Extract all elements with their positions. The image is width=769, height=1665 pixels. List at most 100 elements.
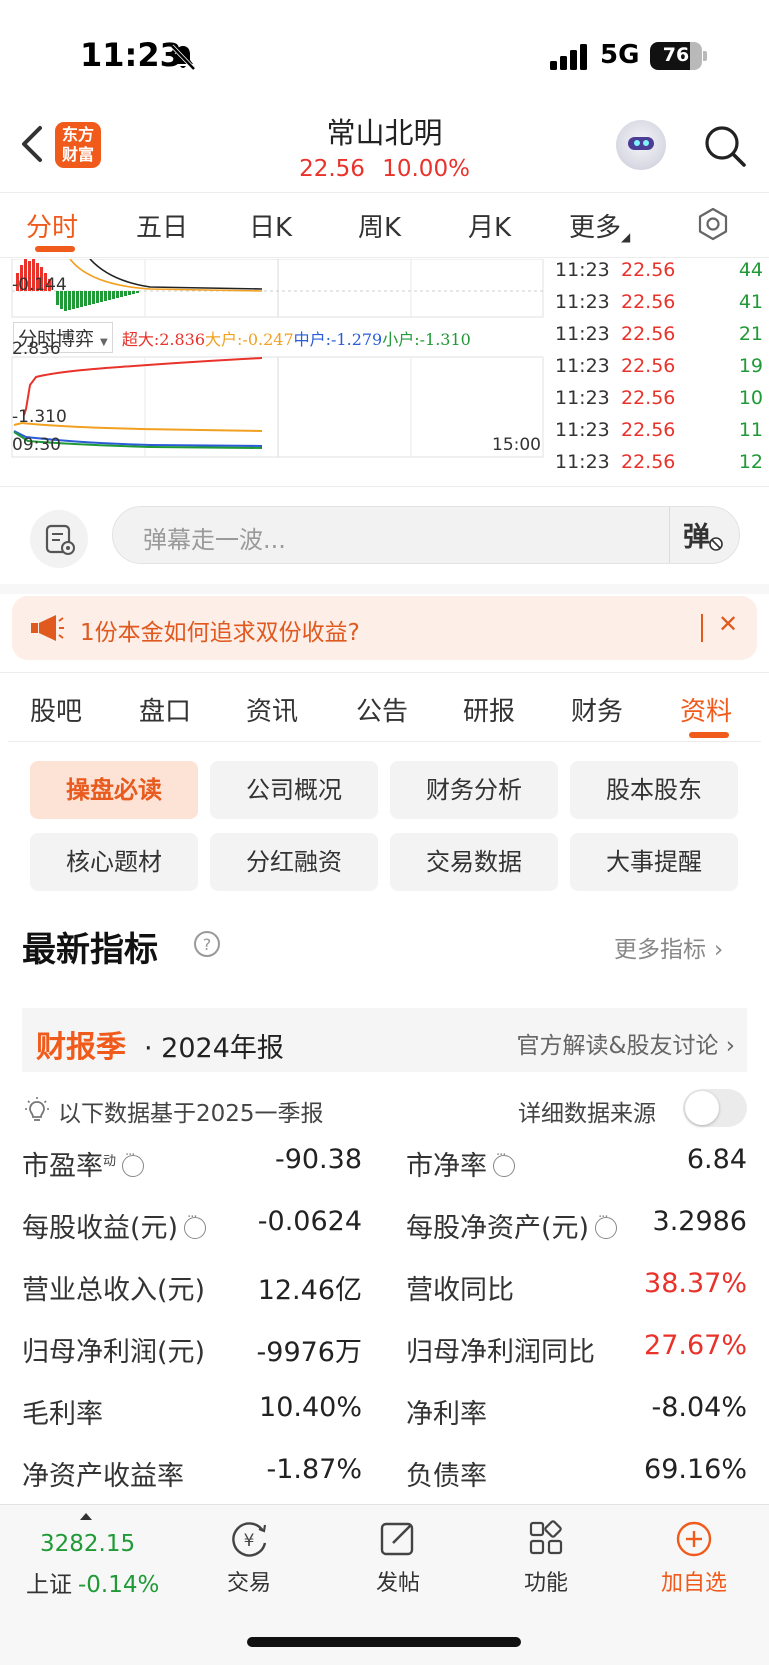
- metric-revenue-yoy-value: 38.37%: [644, 1268, 747, 1299]
- tab-research[interactable]: 研报: [463, 691, 515, 728]
- danmaku-bar: 弹幕走一波... 弹: [0, 488, 769, 584]
- battery-icon: 76: [650, 42, 702, 70]
- chip-trading-data[interactable]: 交易数据: [390, 833, 558, 891]
- report-discussion-link[interactable]: 官方解读&股友讨论 ›: [517, 1026, 735, 1060]
- tab-five-day[interactable]: 五日: [136, 207, 188, 244]
- flow-bar: [68, 291, 71, 310]
- danmaku-placeholder: 弹幕走一波...: [143, 526, 286, 554]
- report-season-banner[interactable]: 财报季 · 2024年报 官方解读&股友讨论 ›: [22, 1008, 747, 1072]
- edit-icon: [380, 1522, 414, 1556]
- tab-pankou[interactable]: 盘口: [139, 691, 191, 728]
- chevron-right-icon: ›: [718, 1033, 735, 1059]
- nav-add-watchlist[interactable]: 加自选: [649, 1519, 739, 1597]
- intraday-chart-area: -0.144 分时博弈 ▼ 超大:2.836大户:-0.247中户:-1.279小…: [0, 259, 769, 487]
- metric-pb-text: 市净率: [406, 1151, 487, 1182]
- tab-daily-k[interactable]: 日K: [249, 207, 292, 244]
- metric-eps-value: -0.0624: [257, 1206, 362, 1237]
- megaphone-icon: [31, 615, 64, 641]
- flow-bar: [108, 291, 111, 300]
- metric-pb-label[interactable]: 市净率: [406, 1144, 515, 1183]
- metric-eps-label[interactable]: 每股收益(元): [22, 1206, 207, 1245]
- metric-pe-label[interactable]: 市盈率动: [22, 1144, 145, 1183]
- metric-revenue-yoy-label: 营收同比: [406, 1275, 514, 1306]
- tab-finance[interactable]: 财务: [571, 691, 623, 728]
- chip-company-overview[interactable]: 公司概况: [210, 761, 378, 819]
- trade-price: 22.56: [621, 259, 676, 281]
- intraday-flow-chart[interactable]: [0, 259, 548, 487]
- expand-up-icon[interactable]: [80, 1513, 92, 1520]
- time-axis-end: 15:00: [492, 435, 541, 455]
- status-bar: 11:23 5G 76: [0, 0, 769, 110]
- trade-volume: 10: [738, 387, 763, 409]
- caret-down-icon: ◢: [621, 230, 631, 244]
- tab-monthly-k[interactable]: 月K: [468, 207, 511, 244]
- metric-roe-label: 净资产收益率: [22, 1461, 184, 1492]
- home-indicator[interactable]: [247, 1637, 521, 1647]
- gear-icon[interactable]: [696, 207, 730, 241]
- svg-text:?: ?: [203, 935, 212, 954]
- tab-intraday-underline: [35, 246, 75, 252]
- tab-weekly-k[interactable]: 周K: [358, 207, 401, 244]
- flow-bar: [124, 291, 127, 296]
- trade-row: 11:23 22.56 44: [553, 259, 763, 289]
- tab-guba[interactable]: 股吧: [30, 691, 82, 728]
- more-indicators-label: 更多指标: [614, 937, 706, 963]
- chip-shareholders[interactable]: 股本股东: [570, 761, 738, 819]
- more-info-icon[interactable]: [122, 1148, 145, 1177]
- chip-dividends-financing[interactable]: 分红融资: [210, 833, 378, 891]
- nav-post[interactable]: 发帖: [353, 1519, 443, 1597]
- metric-debt-ratio-value: 69.16%: [644, 1454, 747, 1485]
- tab-more[interactable]: 更多◢: [569, 207, 630, 244]
- more-info-icon[interactable]: [595, 1210, 618, 1239]
- trade-price: 22.56: [621, 323, 676, 345]
- metric-bvps-label[interactable]: 每股净资产(元): [406, 1206, 618, 1245]
- report-discussion-label: 官方解读&股友讨论: [516, 1033, 719, 1059]
- legend-xiaohu: 小户:-1.310: [382, 330, 471, 349]
- robot-eye-left: [634, 140, 640, 146]
- search-icon[interactable]: [703, 124, 747, 168]
- chip-event-reminders[interactable]: 大事提醒: [570, 833, 738, 891]
- tab-announcements[interactable]: 公告: [356, 691, 408, 728]
- period-tabs: 分时 五日 日K 周K 月K 更多◢: [0, 192, 769, 258]
- metric-gross-margin-value: 10.40%: [259, 1392, 362, 1423]
- data-source-toggle[interactable]: [683, 1089, 747, 1127]
- close-icon[interactable]: ✕: [718, 610, 738, 638]
- more-info-icon[interactable]: [493, 1148, 515, 1177]
- toggle-knob: [685, 1091, 719, 1125]
- danmaku-input[interactable]: 弹幕走一波... 弹: [112, 506, 740, 564]
- legend-zhonghu: 中户:-1.279: [293, 330, 383, 349]
- trade-time: 11:23: [555, 291, 610, 313]
- help-icon[interactable]: ?: [193, 930, 221, 958]
- flow-bar: [92, 291, 95, 304]
- promo-banner[interactable]: 1份本金如何追求双份收益? ✕: [12, 596, 757, 660]
- metric-revenue-value: 12.46亿: [257, 1275, 362, 1306]
- nav-trade[interactable]: ¥ 交易: [204, 1519, 294, 1597]
- nav-functions[interactable]: 功能: [501, 1519, 591, 1597]
- trade-row: 11:23 22.56 21: [553, 323, 763, 353]
- tab-intraday[interactable]: 分时: [26, 207, 78, 244]
- chevron-right-icon: ›: [714, 937, 724, 963]
- metric-pe-text: 市盈率: [22, 1151, 103, 1182]
- danmaku-toggle-label: 弹: [683, 522, 710, 553]
- more-info-icon[interactable]: [184, 1210, 207, 1239]
- tab-news[interactable]: 资讯: [246, 691, 298, 728]
- index-value[interactable]: 3282.15: [40, 1531, 135, 1557]
- trade-time: 11:23: [555, 419, 610, 441]
- assistant-robot-avatar[interactable]: [616, 120, 666, 170]
- chip-core-themes[interactable]: 核心题材: [30, 833, 198, 891]
- plus-circle-icon: [676, 1521, 712, 1557]
- metric-roe-value: -1.87%: [266, 1454, 362, 1485]
- network-label: 5G: [600, 40, 640, 70]
- lower-axis-bottom-label: -1.310: [12, 407, 67, 427]
- promo-text: 1份本金如何追求双份收益?: [80, 620, 360, 646]
- tab-profile[interactable]: 资料: [680, 691, 732, 728]
- chip-financial-analysis[interactable]: 财务分析: [390, 761, 558, 819]
- chip-trading-essentials[interactable]: 操盘必读: [30, 761, 198, 819]
- stock-change-pct: 10.00%: [382, 156, 470, 182]
- dynamic-mark: 动: [103, 1154, 117, 1169]
- status-time: 11:23: [80, 36, 182, 74]
- danmaku-toggle-button[interactable]: 弹: [683, 515, 731, 555]
- more-indicators-link[interactable]: 更多指标 ›: [614, 930, 723, 964]
- danmaku-settings-button[interactable]: [30, 510, 88, 568]
- index-name[interactable]: 上证 -0.14%: [26, 1565, 159, 1599]
